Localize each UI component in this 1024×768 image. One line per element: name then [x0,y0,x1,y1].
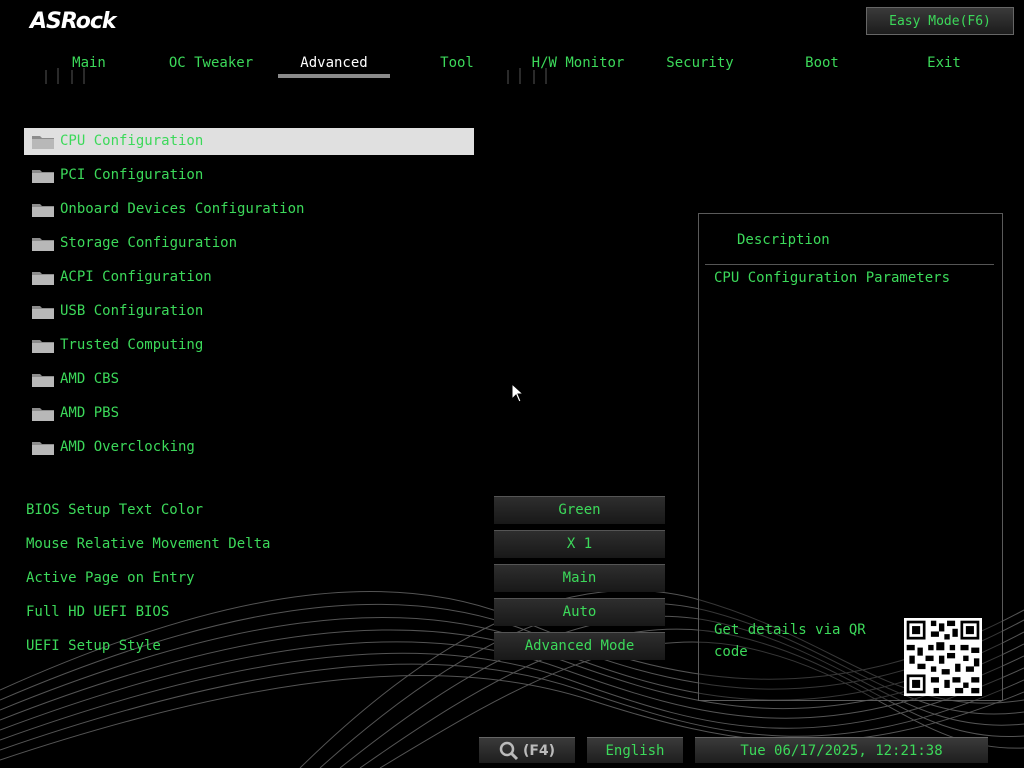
mouse-delta-select[interactable]: X 1 [494,530,665,558]
active-page-select[interactable]: Main [494,564,665,592]
setting-label-full-hd: Full HD UEFI BIOS [26,604,170,620]
menu-item-label: Trusted Computing [60,337,204,353]
folder-icon [32,340,54,353]
text-color-select[interactable]: Green [494,496,665,524]
menu-item-trusted-computing[interactable]: Trusted Computing [24,332,474,359]
tab-boot[interactable]: Boot [762,54,882,76]
menu-item-pci-configuration[interactable]: PCI Configuration [24,162,474,189]
menu-item-storage-configuration[interactable]: Storage Configuration [24,230,474,257]
folder-icon [32,408,54,421]
folder-icon [32,136,54,149]
tab-security[interactable]: Security [640,54,760,76]
menu-item-label: PCI Configuration [60,167,204,183]
setting-label-text-color: BIOS Setup Text Color [26,502,204,518]
menu-item-cpu-configuration[interactable]: CPU Configuration [24,128,474,155]
menu-item-label: AMD PBS [60,405,120,421]
datetime-display: Tue 06/17/2025, 12:21:38 [695,737,988,763]
menu-item-label: ACPI Configuration [60,269,212,285]
tab-oc-tweaker[interactable]: OC Tweaker [151,54,271,76]
menu-item-amd-overclocking[interactable]: AMD Overclocking [24,434,474,461]
tab-advanced[interactable]: Advanced [274,54,394,78]
menu-item-acpi-configuration[interactable]: ACPI Configuration [24,264,474,291]
menu-item-label: AMD Overclocking [60,439,195,455]
description-text: CPU Configuration Parameters [714,270,951,286]
menu-item-amd-pbs[interactable]: AMD PBS [24,400,474,427]
folder-icon [32,374,54,387]
qr-caption: Get details via QR code [714,622,866,660]
menu-item-label: Onboard Devices Configuration [60,201,305,217]
folder-icon [32,204,54,217]
qr-code-icon [904,618,982,696]
full-hd-select[interactable]: Auto [494,598,665,626]
description-divider [705,264,994,265]
tab-main[interactable]: Main [29,54,149,76]
menu-item-usb-configuration[interactable]: USB Configuration [24,298,474,325]
menu-item-label: CPU Configuration [60,133,204,149]
language-button[interactable]: English [587,737,683,763]
description-title: Description [737,232,830,248]
setting-label-active-page: Active Page on Entry [26,570,195,586]
folder-icon [32,170,54,183]
tab-exit[interactable]: Exit [884,54,1004,76]
folder-icon [32,272,54,285]
tab-tool[interactable]: Tool [397,54,517,76]
search-button[interactable]: (F4) [479,737,575,763]
asrock-logo: ASRock [30,9,117,34]
menu-item-label: AMD CBS [60,371,120,387]
folder-icon [32,238,54,251]
setting-label-setup-style: UEFI Setup Style [26,638,161,654]
menu-item-label: USB Configuration [60,303,204,319]
mouse-cursor-icon [511,383,525,403]
setup-style-select[interactable]: Advanced Mode [494,632,665,660]
menu-item-label: Storage Configuration [60,235,238,251]
tab-hw-monitor[interactable]: H/W Monitor [518,54,638,76]
folder-icon [32,306,54,319]
easy-mode-button[interactable]: Easy Mode(F6) [866,7,1014,35]
folder-icon [32,442,54,455]
search-icon [499,741,518,761]
menu-item-onboard-devices[interactable]: Onboard Devices Configuration [24,196,474,223]
search-shortcut-label: (F4) [522,743,556,759]
menu-item-amd-cbs[interactable]: AMD CBS [24,366,474,393]
setting-label-mouse-delta: Mouse Relative Movement Delta [26,536,271,552]
